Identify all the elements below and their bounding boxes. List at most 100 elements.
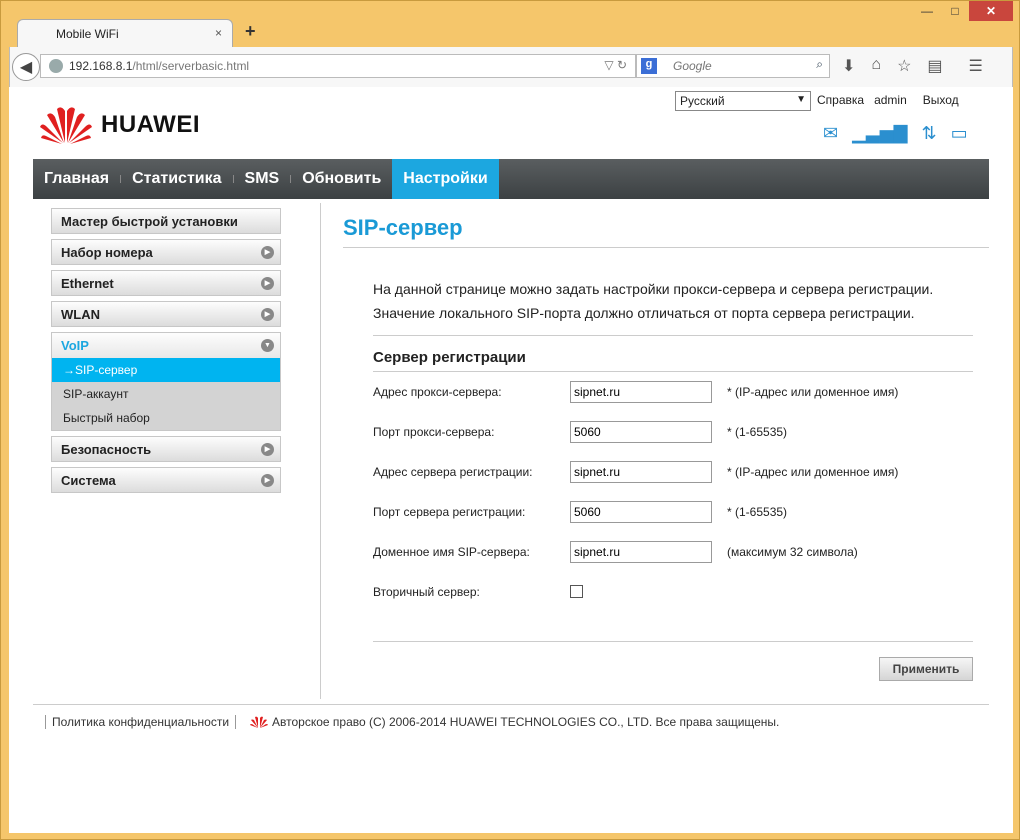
sidebar-system[interactable]: Система ▶	[51, 467, 281, 493]
signal-icon: ▁▃▅▇	[852, 123, 908, 143]
field-hint: * (IP-адрес или доменное имя)	[727, 465, 899, 479]
globe-icon	[49, 59, 63, 73]
sip-domain-input[interactable]	[570, 541, 712, 563]
field-hint: * (1-65535)	[727, 425, 788, 439]
huawei-flower-icon	[40, 107, 92, 144]
sip-domain-row: Доменное имя SIP-сервера: (максимум 32 с…	[373, 541, 973, 563]
sidebar-item-sip-server[interactable]: →SIP-сервер	[52, 358, 280, 382]
google-icon[interactable]: g	[641, 58, 657, 74]
maximize-button[interactable]: □	[941, 1, 969, 21]
form-divider	[373, 641, 973, 642]
footer: Политика конфиденциальности Авторское пр…	[39, 715, 779, 729]
tab-title: Mobile WiFi	[56, 27, 119, 41]
sidebar-item-sip-account[interactable]: SIP-аккаунт	[52, 382, 280, 406]
bookmarks-icon[interactable]: ▤	[927, 56, 942, 76]
nav-statistics[interactable]: Статистика	[121, 159, 232, 199]
bookmark-star-icon[interactable]: ☆	[897, 56, 911, 76]
description-line: На данной странице можно задать настройк…	[373, 281, 934, 297]
secondary-server-checkbox[interactable]	[570, 585, 583, 598]
minimize-button[interactable]: —	[913, 1, 941, 21]
sidebar-item-speed-dial[interactable]: Быстрый набор	[52, 406, 280, 430]
field-hint: (максимум 32 символа)	[727, 545, 858, 559]
chevron-down-icon: ▼	[261, 339, 274, 352]
field-hint: * (IP-адрес или доменное имя)	[727, 385, 899, 399]
brand-name: HUAWEI	[101, 111, 200, 138]
field-label: Вторичный сервер:	[373, 585, 480, 599]
field-label: Адрес сервера регистрации:	[373, 465, 533, 479]
field-label: Доменное имя SIP-сервера:	[373, 545, 530, 559]
browser-window: — □ ✕ Mobile WiFi × + ◀ 192.168.8.1/html…	[0, 0, 1020, 840]
sidebar-quick-setup[interactable]: Мастер быстрой установки	[51, 208, 281, 234]
voip-submenu: →SIP-сервер SIP-аккаунт Быстрый набор	[51, 358, 281, 431]
sidebar-label: Система	[61, 473, 116, 488]
registrar-port-row: Порт сервера регистрации: * (1-65535)	[373, 501, 973, 523]
copyright-text: Авторское право (C) 2006-2014 HUAWEI TEC…	[272, 715, 780, 729]
apply-button[interactable]: Применить	[879, 657, 973, 681]
title-divider	[343, 247, 989, 248]
nav-home[interactable]: Главная	[33, 159, 120, 199]
registrar-address-input[interactable]	[570, 461, 712, 483]
footer-separator	[45, 715, 46, 729]
sidebar-voip[interactable]: VoIP ▼	[51, 332, 281, 358]
section-divider	[373, 335, 973, 336]
page-title: SIP-сервер	[343, 215, 463, 240]
secondary-server-row: Вторичный сервер:	[373, 581, 973, 603]
submenu-label: SIP-сервер	[75, 363, 138, 377]
proxy-address-row: Адрес прокси-сервера: * (IP-адрес или до…	[373, 381, 973, 403]
nav-settings[interactable]: Настройки	[392, 159, 499, 199]
web-page: Русский ▼ Справка admin Выход HUAWEI ✉ ▁…	[9, 87, 1013, 833]
chevron-right-icon: ▶	[261, 308, 274, 321]
chevron-down-icon: ▼	[796, 94, 806, 105]
field-hint: * (1-65535)	[727, 505, 788, 519]
logout-link[interactable]: Выход	[923, 93, 959, 107]
sidebar-ethernet[interactable]: Ethernet ▶	[51, 270, 281, 296]
privacy-link[interactable]: Политика конфиденциальности	[52, 715, 229, 729]
sidebar-label: Мастер быстрой установки	[61, 214, 238, 229]
new-tab-button[interactable]: +	[245, 21, 256, 42]
huawei-small-logo-icon	[250, 716, 269, 728]
chevron-right-icon: ▶	[261, 277, 274, 290]
close-window-button[interactable]: ✕	[969, 1, 1013, 21]
nav-sms[interactable]: SMS	[234, 159, 291, 199]
submenu-label: SIP-аккаунт	[63, 387, 129, 401]
description-line: Значение локального SIP-порта должно отл…	[373, 305, 915, 321]
back-button[interactable]: ◀	[12, 53, 40, 81]
sidebar-security[interactable]: Безопасность ▶	[51, 436, 281, 462]
proxy-address-input[interactable]	[570, 381, 712, 403]
browser-toolbar: ◀ 192.168.8.1/html/serverbasic.html ▽ ↻ …	[9, 47, 1013, 87]
registrar-address-row: Адрес сервера регистрации: * (IP-адрес и…	[373, 461, 973, 483]
sidebar-dialup[interactable]: Набор номера ▶	[51, 239, 281, 265]
search-icon[interactable]: ⌕	[816, 57, 823, 72]
proxy-port-input[interactable]	[570, 421, 712, 443]
sidebar-label: Набор номера	[61, 245, 153, 260]
language-select[interactable]: Русский ▼	[675, 91, 811, 111]
home-icon[interactable]: ⌂	[871, 56, 881, 76]
help-link[interactable]: Справка	[817, 93, 864, 107]
menu-icon[interactable]: ☰	[969, 56, 983, 76]
browser-tab[interactable]: Mobile WiFi ×	[17, 19, 233, 47]
data-transfer-icon: ⇅	[921, 123, 937, 143]
nav-update[interactable]: Обновить	[291, 159, 392, 199]
sidebar-label: Ethernet	[61, 276, 114, 291]
content-divider	[320, 203, 321, 699]
sidebar-label: VoIP	[61, 338, 89, 353]
connection-icon: ▭	[950, 123, 968, 143]
sidebar: Мастер быстрой установки Набор номера ▶ E…	[51, 208, 281, 498]
address-bar[interactable]: 192.168.8.1/html/serverbasic.html ▽ ↻	[40, 54, 636, 78]
tab-close-icon[interactable]: ×	[215, 26, 222, 40]
footer-separator	[235, 715, 237, 729]
window-controls: — □ ✕	[913, 1, 1013, 21]
download-icon[interactable]: ⬇	[842, 56, 855, 76]
proxy-port-row: Порт прокси-сервера: * (1-65535)	[373, 421, 973, 443]
top-links: Справка admin Выход	[817, 93, 959, 107]
search-field[interactable]: g Google ⌕	[636, 54, 830, 78]
status-icons: ✉ ▁▃▅▇ ⇅ ▭	[823, 123, 968, 144]
user-link[interactable]: admin	[874, 93, 907, 107]
reload-icon[interactable]: ▽ ↻	[604, 58, 627, 72]
toolbar-icons: ⬇ ⌂ ☆ ▤ ☰	[842, 56, 983, 76]
mail-icon[interactable]: ✉	[823, 123, 838, 144]
sidebar-wlan[interactable]: WLAN ▶	[51, 301, 281, 327]
registrar-port-input[interactable]	[570, 501, 712, 523]
language-value: Русский	[680, 94, 725, 108]
section-title: Сервер регистрации	[373, 349, 526, 366]
